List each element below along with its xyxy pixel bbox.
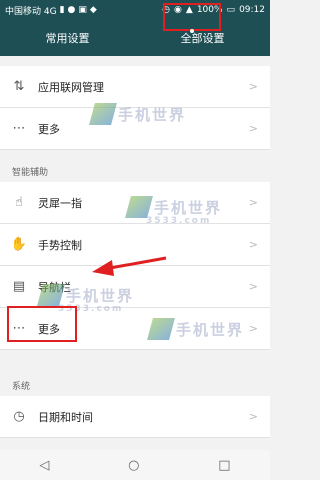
watermark-logo-icon: [125, 196, 153, 218]
list-item-label: 日期和时间: [38, 410, 93, 424]
tab-bar: 常用设置 全部设置: [0, 20, 270, 56]
watermark-logo-icon: [147, 318, 175, 340]
watermark: 手机世界 3533.com: [37, 284, 135, 314]
pointer-arrow-icon: [92, 256, 167, 276]
list-item-label: 手势控制: [38, 238, 82, 252]
list-item-datetime[interactable]: ◷ 日期和时间 >: [0, 396, 270, 438]
highlight-box: [7, 306, 77, 342]
section-header-smart: 智能辅助: [0, 160, 270, 182]
chevron-right-icon: >: [248, 122, 258, 135]
watermark-text: 手机世界: [176, 320, 245, 339]
watermark: 手机世界: [89, 103, 187, 125]
network-icon: ⇅: [13, 79, 25, 94]
more-dots-icon: ⋯: [12, 121, 26, 136]
notification-icon: ●: [67, 5, 76, 15]
chevron-right-icon: >: [248, 410, 258, 423]
chevron-right-icon: >: [248, 280, 258, 293]
tab-common-settings[interactable]: 常用设置: [0, 20, 135, 56]
tab-label: 全部设置: [180, 32, 225, 45]
recent-apps-icon[interactable]: □: [218, 458, 230, 473]
battery-icon: ▭: [226, 5, 236, 15]
knuckle-icon: ☝: [15, 195, 23, 210]
signal-icon: ▮: [59, 5, 65, 15]
active-tab-indicator: [190, 29, 194, 33]
section-header-system: 系统: [0, 374, 270, 396]
home-icon[interactable]: ○: [128, 458, 139, 473]
watermark-logo-icon: [89, 103, 117, 125]
list-item-network-mgmt[interactable]: ⇅ 应用联网管理 >: [0, 66, 270, 108]
tab-highlight-box: [163, 3, 221, 31]
back-icon[interactable]: ◁: [39, 458, 49, 473]
watermark-text: 手机世界: [118, 105, 187, 124]
hand-gesture-icon: ✋: [10, 237, 28, 252]
clock-time: 09:12: [239, 5, 265, 15]
settings-list: ⇅ 应用联网管理 > ⋯ 更多 > 智能辅助 ☝ 灵犀一指 > ✋ 手势控制 >…: [0, 56, 270, 450]
status-left: 中国移动 4G ▮ ● ▣ ◆: [5, 4, 162, 17]
chevron-right-icon: >: [248, 238, 258, 251]
chevron-right-icon: >: [248, 80, 258, 93]
status-bar: 中国移动 4G ▮ ● ▣ ◆ ◷ ◉ ▲ 100% ▭ 09:12: [0, 0, 270, 20]
carrier-label: 中国移动 4G: [5, 6, 57, 17]
android-icon: ◆: [89, 5, 97, 15]
chevron-right-icon: >: [248, 196, 258, 209]
tab-label: 常用设置: [45, 32, 90, 45]
watermark-sub: 3533.com: [146, 216, 212, 226]
image-icon: ▣: [78, 5, 87, 15]
list-item-label: 应用联网管理: [38, 80, 104, 94]
watermark: 手机世界 3533.com: [125, 196, 223, 226]
chevron-right-icon: >: [248, 322, 258, 335]
system-nav-bar: ◁ ○ □: [0, 450, 270, 480]
clock-icon: ◷: [13, 409, 25, 424]
watermark-text: 手机世界: [66, 286, 135, 305]
navigation-bar-icon: ▤: [12, 279, 26, 294]
watermark-text: 手机世界: [154, 198, 223, 217]
watermark-logo-icon: [37, 284, 65, 306]
watermark: 手机世界: [147, 318, 245, 340]
